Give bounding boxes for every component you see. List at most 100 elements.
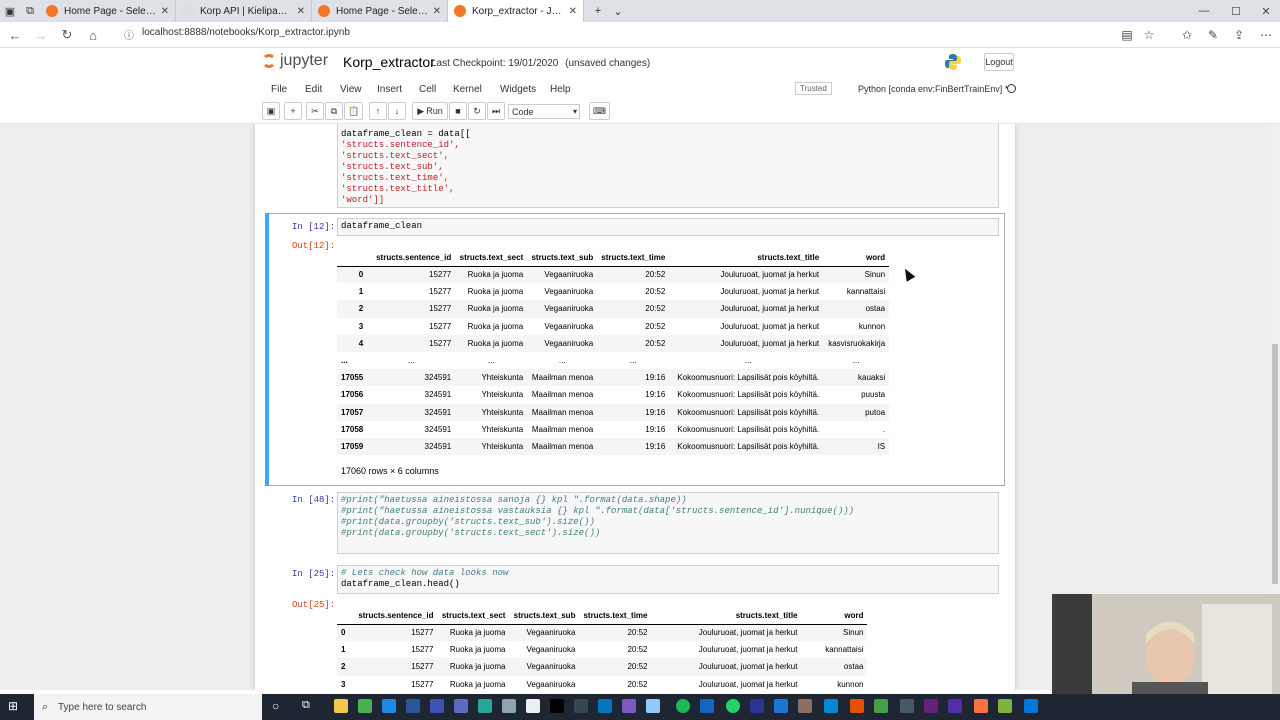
menu-kernel[interactable]: Kernel [453,84,482,95]
back-icon[interactable]: ← [2,22,28,48]
app-icon[interactable] [502,699,516,713]
browser-tab-3[interactable]: Home Page - Select or creat ✕ [312,0,448,22]
code-cell-input[interactable]: dataframe_clean = data[[ 'structs.senten… [337,124,999,208]
jupyter-logo[interactable]: jupyter [262,52,328,70]
app-icon[interactable] [900,699,914,713]
close-tab-icon[interactable]: ✕ [433,6,441,17]
scrollbar-thumb[interactable] [1272,344,1278,584]
table-cell: Yhteiskunta [455,403,528,421]
chrome-icon[interactable] [358,699,372,713]
copy-icon[interactable]: ⧉ [325,102,343,120]
stop-icon[interactable]: ■ [449,102,467,120]
table-cell: Vegaaniruoka [526,645,576,655]
app-icon[interactable] [478,699,492,713]
refresh-icon[interactable]: ↻ [54,22,80,48]
menu-insert[interactable]: Insert [377,84,402,95]
home-icon[interactable]: ⌂ [80,22,106,48]
command-palette-icon[interactable]: ⌨ [589,102,610,120]
app-icon[interactable] [948,699,962,713]
app-icon[interactable] [622,699,636,713]
app-icon[interactable] [646,699,660,713]
menu-widgets[interactable]: Widgets [500,84,536,95]
menu-edit[interactable]: Edit [305,84,322,95]
code-cell-input[interactable]: dataframe_clean [337,218,999,236]
logout-button[interactable]: Logout [984,53,1014,71]
app-icon[interactable] [798,699,812,713]
spotify-icon[interactable] [676,699,690,713]
table-cell: 0 [337,624,350,642]
app-icon[interactable] [824,699,838,713]
new-tab-icon[interactable]: + [588,1,608,21]
taskbar-search-box[interactable]: ⌕ Type here to search [34,694,262,720]
fast-forward-icon[interactable]: ⏭ [487,102,505,120]
cell-type-select[interactable]: Code ▾ [508,104,580,119]
share-icon[interactable]: ⇪ [1229,25,1249,45]
move-down-icon[interactable]: ↓ [388,102,406,120]
maximize-icon[interactable]: ☐ [1220,0,1252,22]
column-header: structs.text_time [597,249,670,267]
run-button[interactable]: ▶ Run [412,102,448,120]
app-icon[interactable] [850,699,864,713]
trusted-badge[interactable]: Trusted [795,82,832,95]
menu-cell[interactable]: Cell [419,84,436,95]
app-icon[interactable] [998,699,1012,713]
app-icon[interactable] [598,699,612,713]
save-icon[interactable]: ▣ [262,102,280,120]
cut-icon[interactable]: ✂ [306,102,324,120]
menu-view[interactable]: View [340,84,362,95]
close-tab-icon[interactable]: ✕ [161,6,169,17]
edge-icon[interactable] [1024,699,1038,713]
app-icon[interactable] [430,699,444,713]
info-icon[interactable]: ⓘ [124,27,134,42]
visual-studio-icon[interactable] [924,699,938,713]
menu-help[interactable]: Help [550,84,571,95]
move-up-icon[interactable]: ↑ [369,102,387,120]
run-label: Run [426,106,443,116]
app-icon[interactable] [750,699,764,713]
insert-cell-icon[interactable]: + [284,102,302,120]
checkpoint-text: Last Checkpoint: 19/01/2020 [431,58,559,69]
cortana-icon[interactable]: ○ [272,699,279,713]
code-cell-input[interactable]: # Lets check how data looks now datafram… [337,565,999,594]
notebook-name[interactable]: Korp_extractor [343,54,435,70]
paste-icon[interactable]: 📋 [344,102,364,120]
tab-dropdown-icon[interactable]: ⌄ [608,1,628,21]
terminal-icon[interactable] [550,699,564,713]
app-icon[interactable] [700,699,714,713]
browser-tab-4-active[interactable]: Korp_extractor - Jupyter ✕ [448,0,584,22]
restart-icon[interactable]: ↻ [468,102,486,120]
browser-tab-2[interactable]: Korp API | Kielipankki ✕ [176,0,312,22]
table-cell: 15277 [411,679,434,689]
app-icon[interactable] [974,699,988,713]
favorites-list-icon[interactable]: ✩ [1177,25,1197,45]
windows-start-icon[interactable]: ⊞ [8,699,22,713]
browser-menu-icon[interactable]: ▣ [0,1,20,21]
store-icon[interactable] [382,699,396,713]
app-icon[interactable] [874,699,888,713]
close-tab-icon[interactable]: ✕ [297,6,305,17]
tab-actions-icon[interactable]: ⧉ [20,1,40,21]
close-tab-icon[interactable]: ✕ [569,6,577,17]
menu-file[interactable]: File [271,84,287,95]
forward-icon[interactable]: → [28,22,54,48]
browser-tab-1[interactable]: Home Page - Select or creat ✕ [40,0,176,22]
file-explorer-icon[interactable] [334,699,348,713]
word-icon[interactable] [406,699,420,713]
notes-icon[interactable]: ✎ [1203,25,1223,45]
app-icon[interactable] [574,699,588,713]
code-cell-input[interactable]: #print("haetussa aineistossa sanoja {} k… [337,492,999,554]
table-cell: 15277 [367,266,456,284]
kernel-name[interactable]: Python [conda env:FinBertTrainEnv] * [858,84,1008,94]
more-icon[interactable]: ⋯ [1256,25,1276,45]
close-window-icon[interactable]: ✕ [1250,0,1280,22]
app-icon[interactable] [454,699,468,713]
mail-icon[interactable] [526,699,540,713]
whatsapp-icon[interactable] [726,699,740,713]
checkpoint-status: Last Checkpoint: 19/01/2020 (unsaved cha… [431,58,650,69]
reading-view-icon[interactable]: ▤ [1117,25,1137,45]
minimize-icon[interactable]: — [1188,0,1220,22]
task-view-icon[interactable]: ⧉ [302,699,310,712]
url-field[interactable]: localhost:8888/notebooks/Korp_extractor.… [142,27,350,38]
favorite-star-icon[interactable]: ☆ [1139,25,1159,45]
app-icon[interactable] [774,699,788,713]
